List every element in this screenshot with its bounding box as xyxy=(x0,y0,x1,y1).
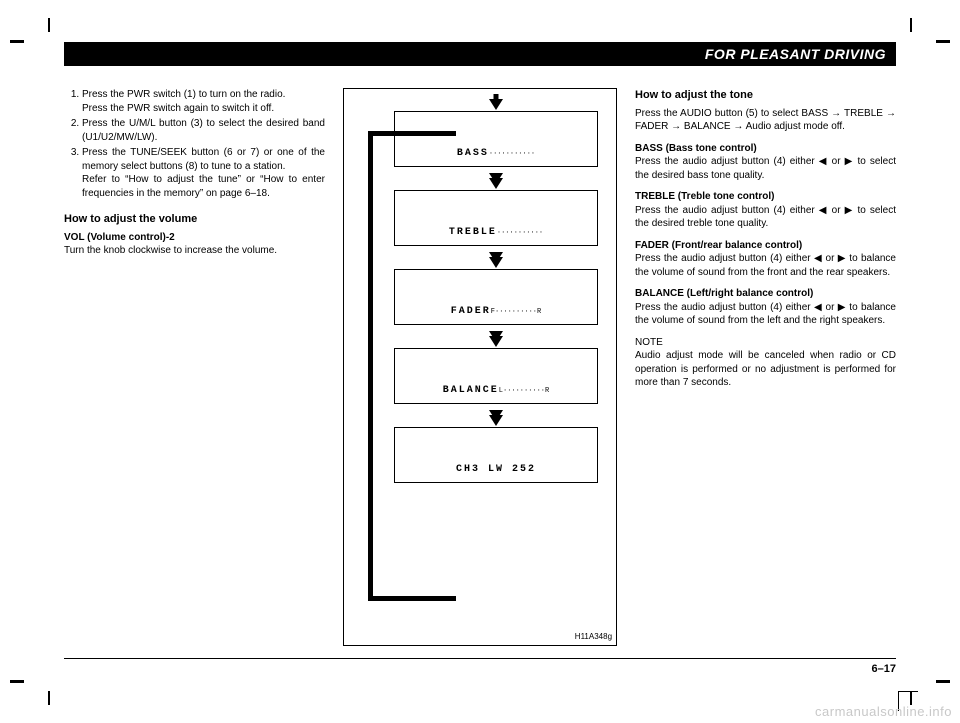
lcd-treble: TREBLE··········· xyxy=(394,190,598,246)
crop-mark xyxy=(10,40,24,43)
subhead-treble: TREBLE (Treble tone control) xyxy=(635,190,896,204)
center-column: BASS··········· TREBLE··········· FADERF… xyxy=(343,88,617,646)
lcd-balance: BALANCEL··········R xyxy=(394,348,598,404)
step-text: Press the U/M/L button (3) to select the… xyxy=(82,118,325,143)
lcd-scale: ··········· xyxy=(497,229,543,237)
lcd-scale: F··········R xyxy=(491,308,541,316)
subhead-fader: FADER (Front/rear balance control) xyxy=(635,239,896,253)
lcd-text: TREBLE xyxy=(449,227,497,238)
step-2: Press the U/M/L button (3) to select the… xyxy=(82,117,325,144)
arrow-down-icon xyxy=(489,415,503,426)
lcd-text: FADER xyxy=(451,306,491,317)
instruction-list: Press the PWR switch (1) to turn on the … xyxy=(64,88,325,200)
page-footer: 6–17 xyxy=(64,658,896,675)
heading-tone: How to adjust the tone xyxy=(635,88,896,103)
lcd-text: BASS xyxy=(457,148,489,159)
step-text: Press the PWR switch (1) to turn on the … xyxy=(82,89,285,100)
subhead-bass: BASS (Bass tone control) xyxy=(635,142,896,156)
lcd-label: CH3 LW 252 xyxy=(456,463,536,477)
note-body: Audio adjust mode will be canceled when … xyxy=(635,349,896,390)
content-columns: Press the PWR switch (1) to turn on the … xyxy=(64,88,896,646)
body-balance: Press the audio adjust button (4) either… xyxy=(635,301,896,328)
lcd-label: TREBLE··········· xyxy=(449,226,543,240)
left-column: Press the PWR switch (1) to turn on the … xyxy=(64,88,325,646)
body-fader: Press the audio adjust button (4) either… xyxy=(635,252,896,279)
crop-mark xyxy=(48,18,50,32)
lcd-label: BASS··········· xyxy=(457,147,535,161)
lcd-scale: ··········· xyxy=(489,150,535,158)
crop-mark xyxy=(10,680,24,683)
watermark: carmanualsonline.info xyxy=(815,704,952,719)
body-treble: Press the audio adjust button (4) either… xyxy=(635,204,896,231)
body-vol: Turn the knob clockwise to increase the … xyxy=(64,244,325,258)
arrow-down-icon xyxy=(489,99,503,110)
crop-mark xyxy=(936,680,950,683)
subhead-balance: BALANCE (Left/right balance control) xyxy=(635,287,896,301)
crop-mark xyxy=(936,40,950,43)
step-3: Press the TUNE/SEEK button (6 or 7) or o… xyxy=(82,146,325,200)
step-1: Press the PWR switch (1) to turn on the … xyxy=(82,88,325,115)
lcd-bass: BASS··········· xyxy=(394,111,598,167)
right-column: How to adjust the tone Press the AUDIO b… xyxy=(635,88,896,646)
page: FOR PLEASANT DRIVING Press the PWR switc… xyxy=(64,42,896,675)
figure-code: H11A348g xyxy=(575,632,612,643)
arrow-down-icon xyxy=(489,336,503,347)
loop-line-bottom xyxy=(368,596,456,601)
page-number: 6–17 xyxy=(872,663,896,675)
lcd-label: FADERF··········R xyxy=(451,305,541,319)
lcd-label: BALANCEL··········R xyxy=(443,384,549,398)
lcd-fader: FADERF··········R xyxy=(394,269,598,325)
loop-line xyxy=(368,131,373,601)
step-subtext: Press the PWR switch again to switch it … xyxy=(82,102,325,116)
step-text: Press the TUNE/SEEK button (6 or 7) or o… xyxy=(82,147,325,172)
heading-volume: How to adjust the volume xyxy=(64,212,325,227)
body-bass: Press the audio adjust button (4) either… xyxy=(635,155,896,182)
section-header: FOR PLEASANT DRIVING xyxy=(64,42,896,66)
lcd-text: BALANCE xyxy=(443,385,499,396)
step-subtext: Refer to “How to adjust the tune” or “Ho… xyxy=(82,173,325,200)
audio-mode-diagram: BASS··········· TREBLE··········· FADERF… xyxy=(343,88,617,646)
lcd-scale: L··········R xyxy=(499,387,549,395)
lcd-station: CH3 LW 252 xyxy=(394,427,598,483)
crop-mark xyxy=(48,691,50,705)
subhead-vol: VOL (Volume control)-2 xyxy=(64,231,325,245)
arrow-down-icon xyxy=(489,257,503,268)
body-tone-intro: Press the AUDIO button (5) to select BAS… xyxy=(635,107,896,134)
arrow-down-icon xyxy=(489,178,503,189)
note-heading: NOTE xyxy=(635,336,896,350)
crop-mark xyxy=(910,18,912,32)
